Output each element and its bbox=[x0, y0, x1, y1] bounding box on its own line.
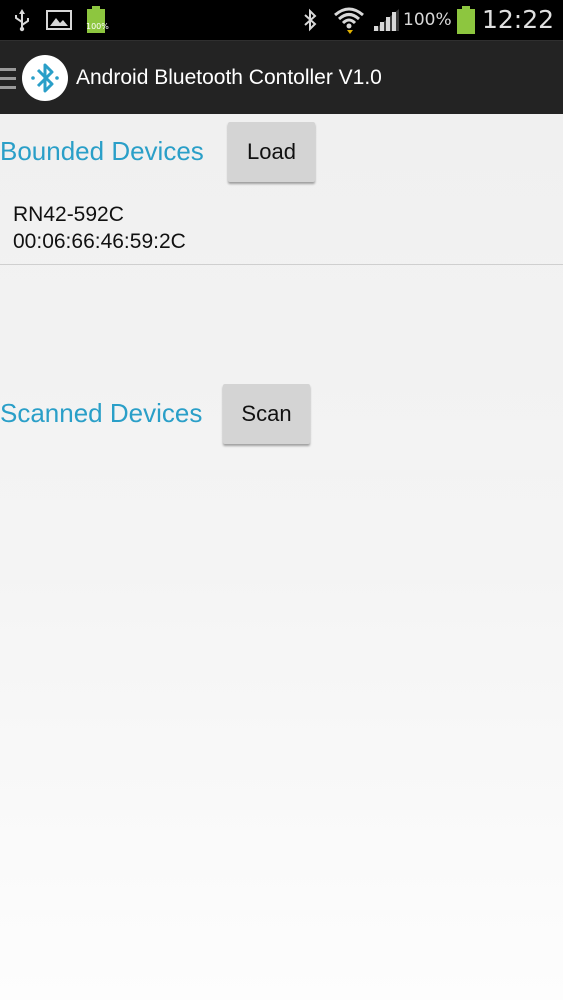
usb-icon bbox=[12, 0, 32, 40]
status-bar: 100% 100% 12:22 bbox=[0, 0, 563, 40]
bounded-devices-label: Bounded Devices bbox=[0, 136, 204, 166]
status-time: 12:22 bbox=[482, 5, 555, 34]
app-title: Android Bluetooth Contoller V1.0 bbox=[76, 66, 382, 89]
device-name: RN42-592C bbox=[13, 203, 124, 226]
image-icon bbox=[46, 0, 72, 40]
wifi-icon bbox=[333, 0, 365, 40]
signal-icon bbox=[372, 0, 400, 40]
bluetooth-icon bbox=[302, 0, 318, 40]
battery-percent: 100% bbox=[403, 10, 452, 30]
load-button[interactable]: Load bbox=[228, 122, 315, 182]
battery-icon bbox=[455, 0, 477, 40]
action-bar: Android Bluetooth Contoller V1.0 bbox=[0, 40, 563, 115]
main-content: Bounded Devices Load RN42-592C 00:06:66:… bbox=[0, 114, 563, 1000]
bluetooth-logo-icon[interactable] bbox=[21, 54, 69, 107]
menu-icon[interactable] bbox=[0, 68, 16, 95]
device-list-item[interactable]: RN42-592C 00:06:66:46:59:2C bbox=[0, 200, 563, 265]
scan-button[interactable]: Scan bbox=[223, 384, 310, 444]
scanned-devices-label: Scanned Devices bbox=[0, 398, 203, 428]
device-address: 00:06:66:46:59:2C bbox=[13, 230, 186, 253]
